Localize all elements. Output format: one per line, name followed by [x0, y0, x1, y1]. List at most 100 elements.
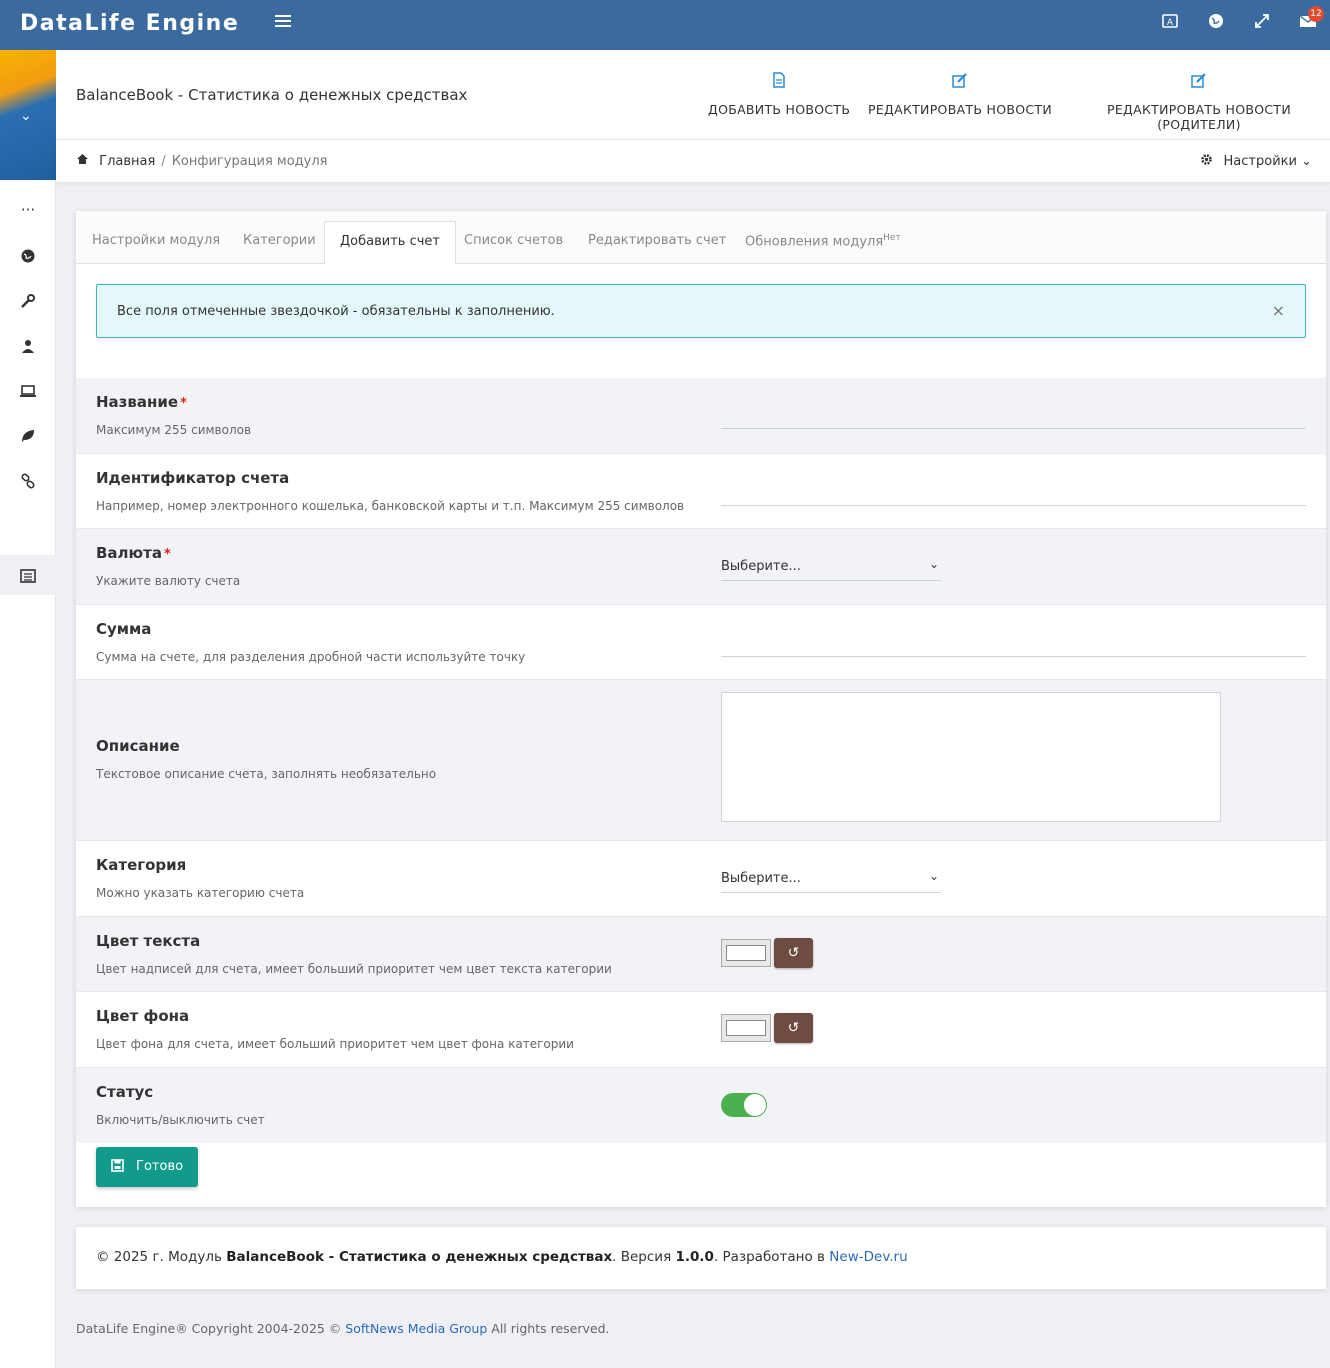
tab-categories[interactable]: Категории: [243, 233, 316, 248]
leaf-icon[interactable]: [0, 415, 56, 455]
list-icon[interactable]: [0, 555, 56, 595]
field-description-row: Описание Текстовое описание счета, запол…: [76, 680, 1326, 841]
name-input[interactable]: [721, 405, 1306, 429]
required-mark: *: [163, 547, 171, 562]
chevron-down-icon: ⌄: [1301, 154, 1312, 169]
breadcrumb-home[interactable]: Главная: [99, 154, 155, 169]
chevron-down-icon: ⌄: [928, 869, 939, 883]
currency-select[interactable]: Выберите... ⌄: [721, 555, 941, 581]
chevron-down-icon: ⌄: [20, 108, 32, 124]
home-icon[interactable]: [76, 154, 93, 169]
color-swatch: [726, 1020, 766, 1036]
edit-news-label: РЕДАКТИРОВАТЬ НОВОСТИ: [868, 102, 1052, 117]
edit-news-parents-button[interactable]: РЕДАКТИРОВАТЬ НОВОСТИ (РОДИТЕЛИ): [1068, 72, 1330, 132]
footer-version-prefix: . Версия: [612, 1249, 676, 1265]
top-navbar: DataLife Engine A 12: [0, 0, 1330, 50]
updates-badge: Нет: [883, 233, 901, 243]
field-label-text: Название: [96, 393, 179, 411]
field-label: Статус: [96, 1083, 154, 1101]
fullscreen-icon[interactable]: [1252, 12, 1272, 32]
svg-text:A: A: [1167, 18, 1174, 28]
field-label: Описание: [96, 737, 180, 755]
brand-logo[interactable]: DataLife Engine: [20, 11, 239, 36]
text-color-picker[interactable]: [721, 939, 771, 967]
field-label: Цвет текста: [96, 932, 201, 950]
close-icon[interactable]: ×: [1272, 301, 1285, 320]
field-label: Категория: [96, 856, 187, 874]
notification-badge: 12: [1308, 6, 1324, 22]
page-header: BalanceBook - Статистика о денежных сред…: [56, 50, 1330, 140]
edit-news-button[interactable]: РЕДАКТИРОВАТЬ НОВОСТИ: [868, 72, 1052, 117]
copyright-suffix: All rights reserved.: [487, 1321, 610, 1336]
reset-bg-color-button[interactable]: ↺: [774, 1013, 813, 1043]
tab-add-account[interactable]: Добавить счет: [324, 221, 456, 265]
breadcrumb: Главная / Конфигурация модуля: [76, 153, 328, 169]
field-name-row: Название * Максимум 255 символов: [76, 378, 1326, 454]
category-select[interactable]: Выберите... ⌄: [721, 867, 941, 893]
field-description: Можно указать категорию счета: [96, 886, 305, 900]
footer-module-name: BalanceBook - Статистика о денежных сред…: [226, 1249, 613, 1265]
field-currency-row: Валюта * Укажите валюту счета Выберите...…: [76, 529, 1326, 605]
globe-icon[interactable]: [1206, 12, 1226, 32]
info-alert: Все поля отмеченные звездочкой - обязате…: [96, 284, 1306, 338]
field-identifier-row: Идентификатор счета Например, номер элек…: [76, 454, 1326, 529]
main-panel: Настройки модуля Категории Добавить счет…: [76, 211, 1326, 1207]
tab-module-settings[interactable]: Настройки модуля: [92, 233, 220, 248]
language-icon[interactable]: A: [1160, 12, 1180, 32]
undo-icon: ↺: [787, 1020, 800, 1036]
amount-input[interactable]: [721, 633, 1306, 657]
tab-edit-account[interactable]: Редактировать счет: [588, 233, 726, 248]
add-news-button[interactable]: ДОБАВИТЬ НОВОСТЬ: [708, 72, 850, 117]
field-category-row: Категория Можно указать категорию счета …: [76, 841, 1326, 917]
identifier-input[interactable]: [721, 482, 1306, 506]
field-label-text: Валюта: [96, 544, 162, 562]
wrench-icon[interactable]: [0, 280, 56, 320]
settings-dropdown[interactable]: Настройки ⌄: [1200, 153, 1312, 169]
field-bg-color-row: Цвет фона Цвет фона для счета, имеет бол…: [76, 992, 1326, 1068]
file-icon: [708, 72, 850, 92]
page-title: BalanceBook - Статистика о денежных сред…: [76, 86, 468, 104]
user-icon[interactable]: [0, 325, 56, 365]
required-mark: *: [180, 396, 187, 411]
undo-icon: ↺: [787, 945, 800, 961]
mail-icon[interactable]: 12: [1298, 6, 1324, 32]
footer-version: 1.0.0: [675, 1249, 714, 1265]
field-description: Цвет надписей для счета, имеет больший п…: [96, 962, 612, 976]
gear-icon: [1200, 154, 1223, 169]
field-description: Укажите валюту счета: [96, 574, 241, 588]
reset-text-color-button[interactable]: ↺: [774, 938, 813, 968]
toggle-knob: [744, 1094, 766, 1116]
color-swatch: [726, 945, 766, 961]
field-text-color-row: Цвет текста Цвет надписей для счета, име…: [76, 917, 1326, 992]
footer-dev-prefix: . Разработано в: [713, 1249, 830, 1265]
field-label: Сумма: [96, 620, 152, 638]
tabs: Настройки модуля Категории Добавить счет…: [76, 211, 1326, 265]
field-description: Цвет фона для счета, имеет больший приор…: [96, 1037, 574, 1051]
field-label: Идентификатор счета: [96, 469, 290, 487]
alert-text: Все поля отмеченные звездочкой - обязате…: [117, 304, 555, 319]
status-toggle[interactable]: [721, 1093, 767, 1117]
field-label: Валюта *: [96, 544, 171, 562]
select-value: Выберите...: [721, 559, 801, 574]
edit-icon: [1068, 72, 1330, 92]
globe-icon[interactable]: [0, 235, 56, 275]
copyright-prefix: DataLife Engine® Copyright 2004-2025 ©: [76, 1321, 346, 1336]
field-label: Название *: [96, 393, 187, 411]
company-link[interactable]: SoftNews Media Group: [345, 1321, 487, 1336]
hamburger-icon[interactable]: [275, 13, 291, 29]
description-textarea[interactable]: [721, 692, 1221, 822]
footer-text: © 2025 г. Модуль BalanceBook - Статистик…: [96, 1249, 908, 1265]
sidebar-logo[interactable]: ⌄: [0, 50, 56, 180]
save-label: Готово: [136, 1159, 184, 1174]
tab-module-updates[interactable]: Обновления модуляНет: [745, 233, 901, 249]
save-button[interactable]: Готово: [96, 1147, 198, 1187]
developer-link[interactable]: New-Dev.ru: [829, 1249, 907, 1265]
sidebar: ⌄ ···: [0, 50, 56, 1368]
tab-accounts-list[interactable]: Список счетов: [464, 233, 563, 248]
bg-color-picker[interactable]: [721, 1014, 771, 1042]
more-icon[interactable]: ···: [0, 190, 56, 230]
laptop-icon[interactable]: [0, 370, 56, 410]
link-icon[interactable]: [0, 460, 56, 500]
field-description: Включить/выключить счет: [96, 1113, 265, 1127]
module-footer: © 2025 г. Модуль BalanceBook - Статистик…: [76, 1227, 1326, 1289]
